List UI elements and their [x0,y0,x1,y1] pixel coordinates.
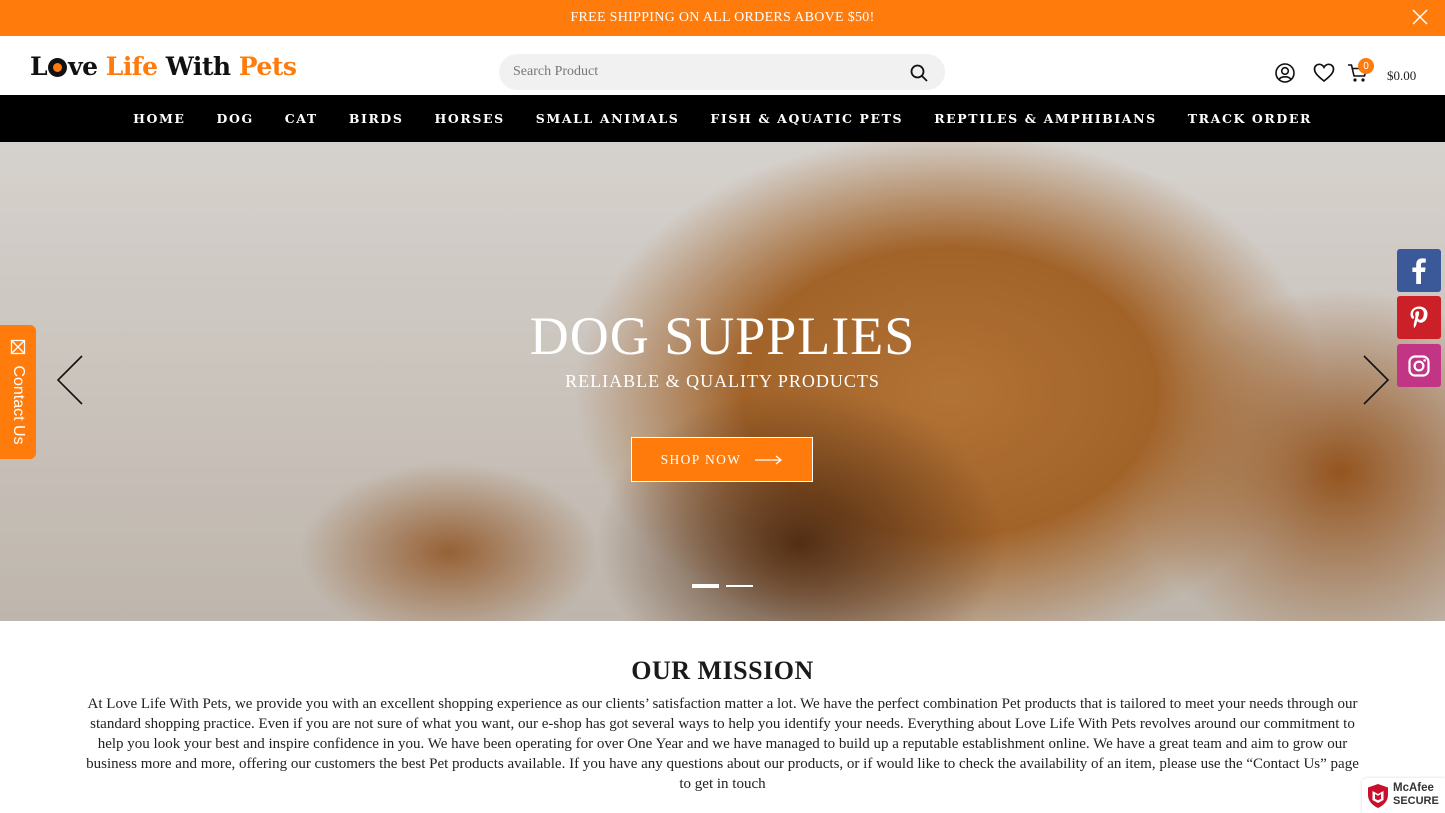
hero-slider: DOG SUPPLIES RELIABLE & QUALITY PRODUCTS… [0,142,1445,621]
announcement-text: FREE SHIPPING ON ALL ORDERS ABOVE $50! [570,10,875,25]
facebook-icon [1412,257,1426,284]
shield-icon [1368,784,1388,808]
logo-letter: L [30,52,48,81]
instagram-icon [1408,354,1430,377]
close-icon[interactable] [1411,8,1429,26]
nav-item-dog[interactable]: DOG [217,111,254,126]
logo-word: Life [105,52,158,81]
nav-item-fish-aquatic-pets[interactable]: FISH & AQUATIC PETS [710,111,903,126]
account-icon[interactable] [1274,62,1296,84]
hero-title: DOG SUPPLIES [529,306,916,366]
announcement-bar: FREE SHIPPING ON ALL ORDERS ABOVE $50! [0,0,1445,36]
search-input[interactable] [499,54,899,90]
cart-count-badge: 0 [1358,58,1374,74]
mcafee-label: McAfee [1393,782,1434,794]
pinterest-button[interactable] [1397,296,1441,339]
site-header: Lve Life With Pets 0 $0.00 [0,36,1445,95]
facebook-button[interactable] [1397,249,1441,292]
contact-us-label: Contact Us [10,365,27,445]
main-nav: HOME DOG CAT BIRDS HORSES SMALL ANIMALS … [0,95,1445,142]
nav-item-horses[interactable]: HORSES [435,111,505,126]
site-logo[interactable]: Lve Life With Pets [30,52,297,81]
search-icon[interactable] [909,63,929,83]
nav-item-cat[interactable]: CAT [285,111,318,126]
shop-now-button[interactable]: SHOP NOW [631,437,813,482]
mail-icon [10,339,26,355]
next-slide-arrow-icon[interactable] [1361,354,1391,406]
instagram-button[interactable] [1397,344,1441,387]
nav-item-birds[interactable]: BIRDS [349,111,404,126]
mission-title: OUR MISSION [631,656,814,685]
wishlist-heart-icon[interactable] [1313,62,1335,84]
mcafee-secure-badge[interactable]: McAfee SECURE [1362,778,1445,813]
prev-slide-arrow-icon[interactable] [55,354,85,406]
hero-subtitle: RELIABLE & QUALITY PRODUCTS [565,371,880,391]
mission-text: At Love Life With Pets, we provide you w… [86,696,1359,792]
arrow-right-icon [755,454,783,465]
nav-item-small-animals[interactable]: SMALL ANIMALS [536,111,680,126]
nav-item-track-order[interactable]: TRACK ORDER [1188,111,1312,126]
cart-total[interactable]: $0.00 [1387,68,1416,84]
slide-dot[interactable] [692,584,719,588]
nav-item-home[interactable]: HOME [133,111,185,126]
search-bar [499,54,945,90]
paw-icon [48,58,68,77]
logo-word: ve [68,52,98,81]
shop-now-label: SHOP NOW [660,451,742,467]
pinterest-icon [1410,306,1428,328]
secure-label: SECURE [1393,795,1439,807]
contact-us-tab[interactable]: Contact Us [0,325,36,459]
logo-word: With [165,52,231,81]
logo-word: Pets [238,52,297,81]
nav-item-reptiles-amphibians[interactable]: REPTILES & AMPHIBIANS [934,111,1157,126]
slide-dot[interactable] [726,585,753,587]
